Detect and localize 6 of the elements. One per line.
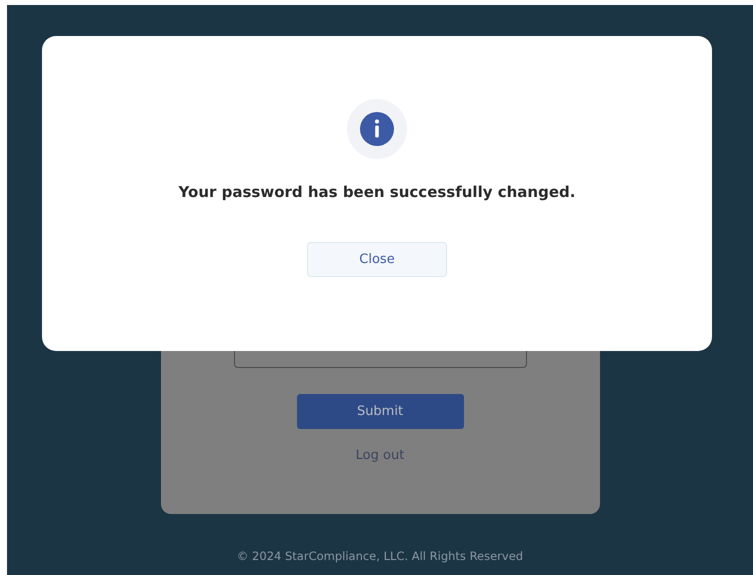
logout-link[interactable]: Log out (356, 448, 404, 463)
close-button[interactable]: Close (307, 242, 447, 277)
footer-text: © 2024 StarCompliance, LLC. All Rights Reserved (236, 549, 524, 563)
info-icon (347, 99, 407, 159)
submit-button[interactable]: Submit (296, 394, 464, 429)
dialog-message: Your password has been successfully changed. (178, 183, 576, 201)
